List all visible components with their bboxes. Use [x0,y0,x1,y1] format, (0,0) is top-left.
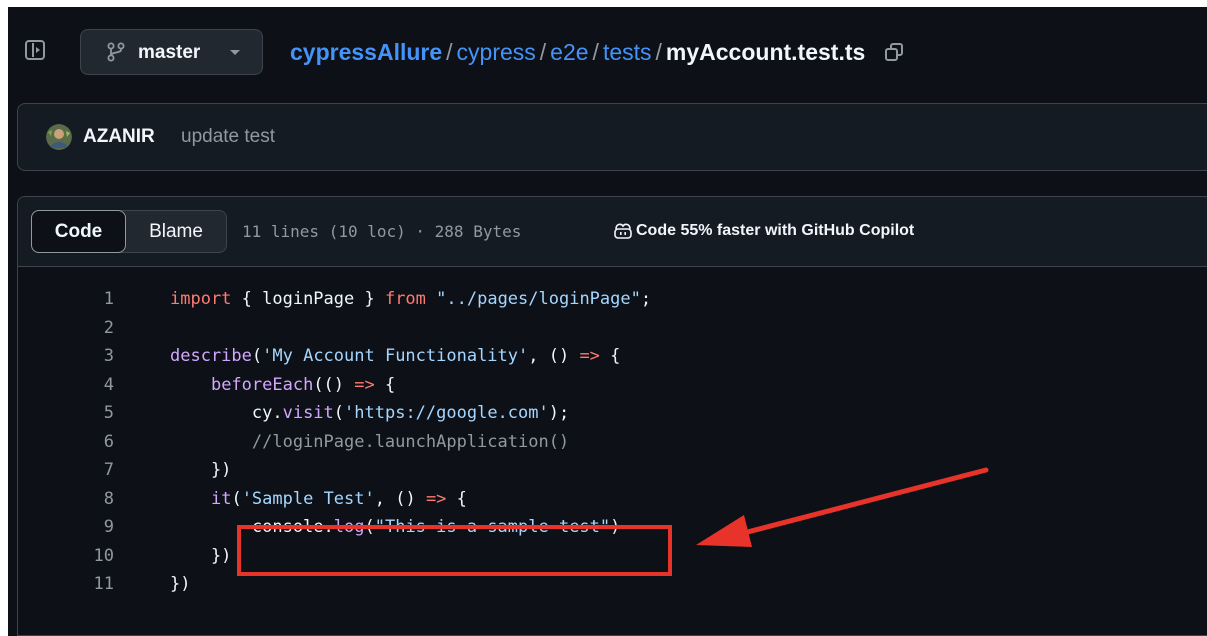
annotation-arrow-icon [696,467,989,547]
github-file-view: master cypressAllure / cypress / e2e / tests / m… [8,7,1207,636]
